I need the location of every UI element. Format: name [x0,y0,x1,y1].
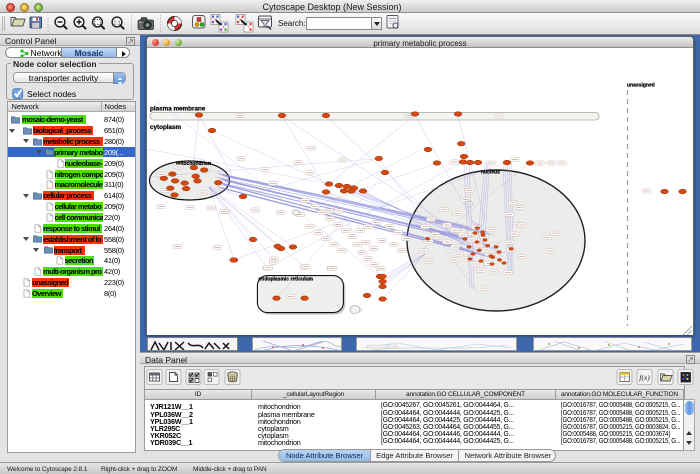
svg-text:endoplasmic reticulum: endoplasmic reticulum [259,277,314,283]
svg-text:plasma membrane: plasma membrane [150,106,206,113]
svg-text:f(x): f(x) [639,373,650,382]
svg-text:nucleus: nucleus [481,170,500,176]
svg-text:cytoplasm: cytoplasm [150,124,182,131]
svg-text:unassigned: unassigned [627,83,655,89]
svg-text:1:1: 1:1 [114,21,121,27]
